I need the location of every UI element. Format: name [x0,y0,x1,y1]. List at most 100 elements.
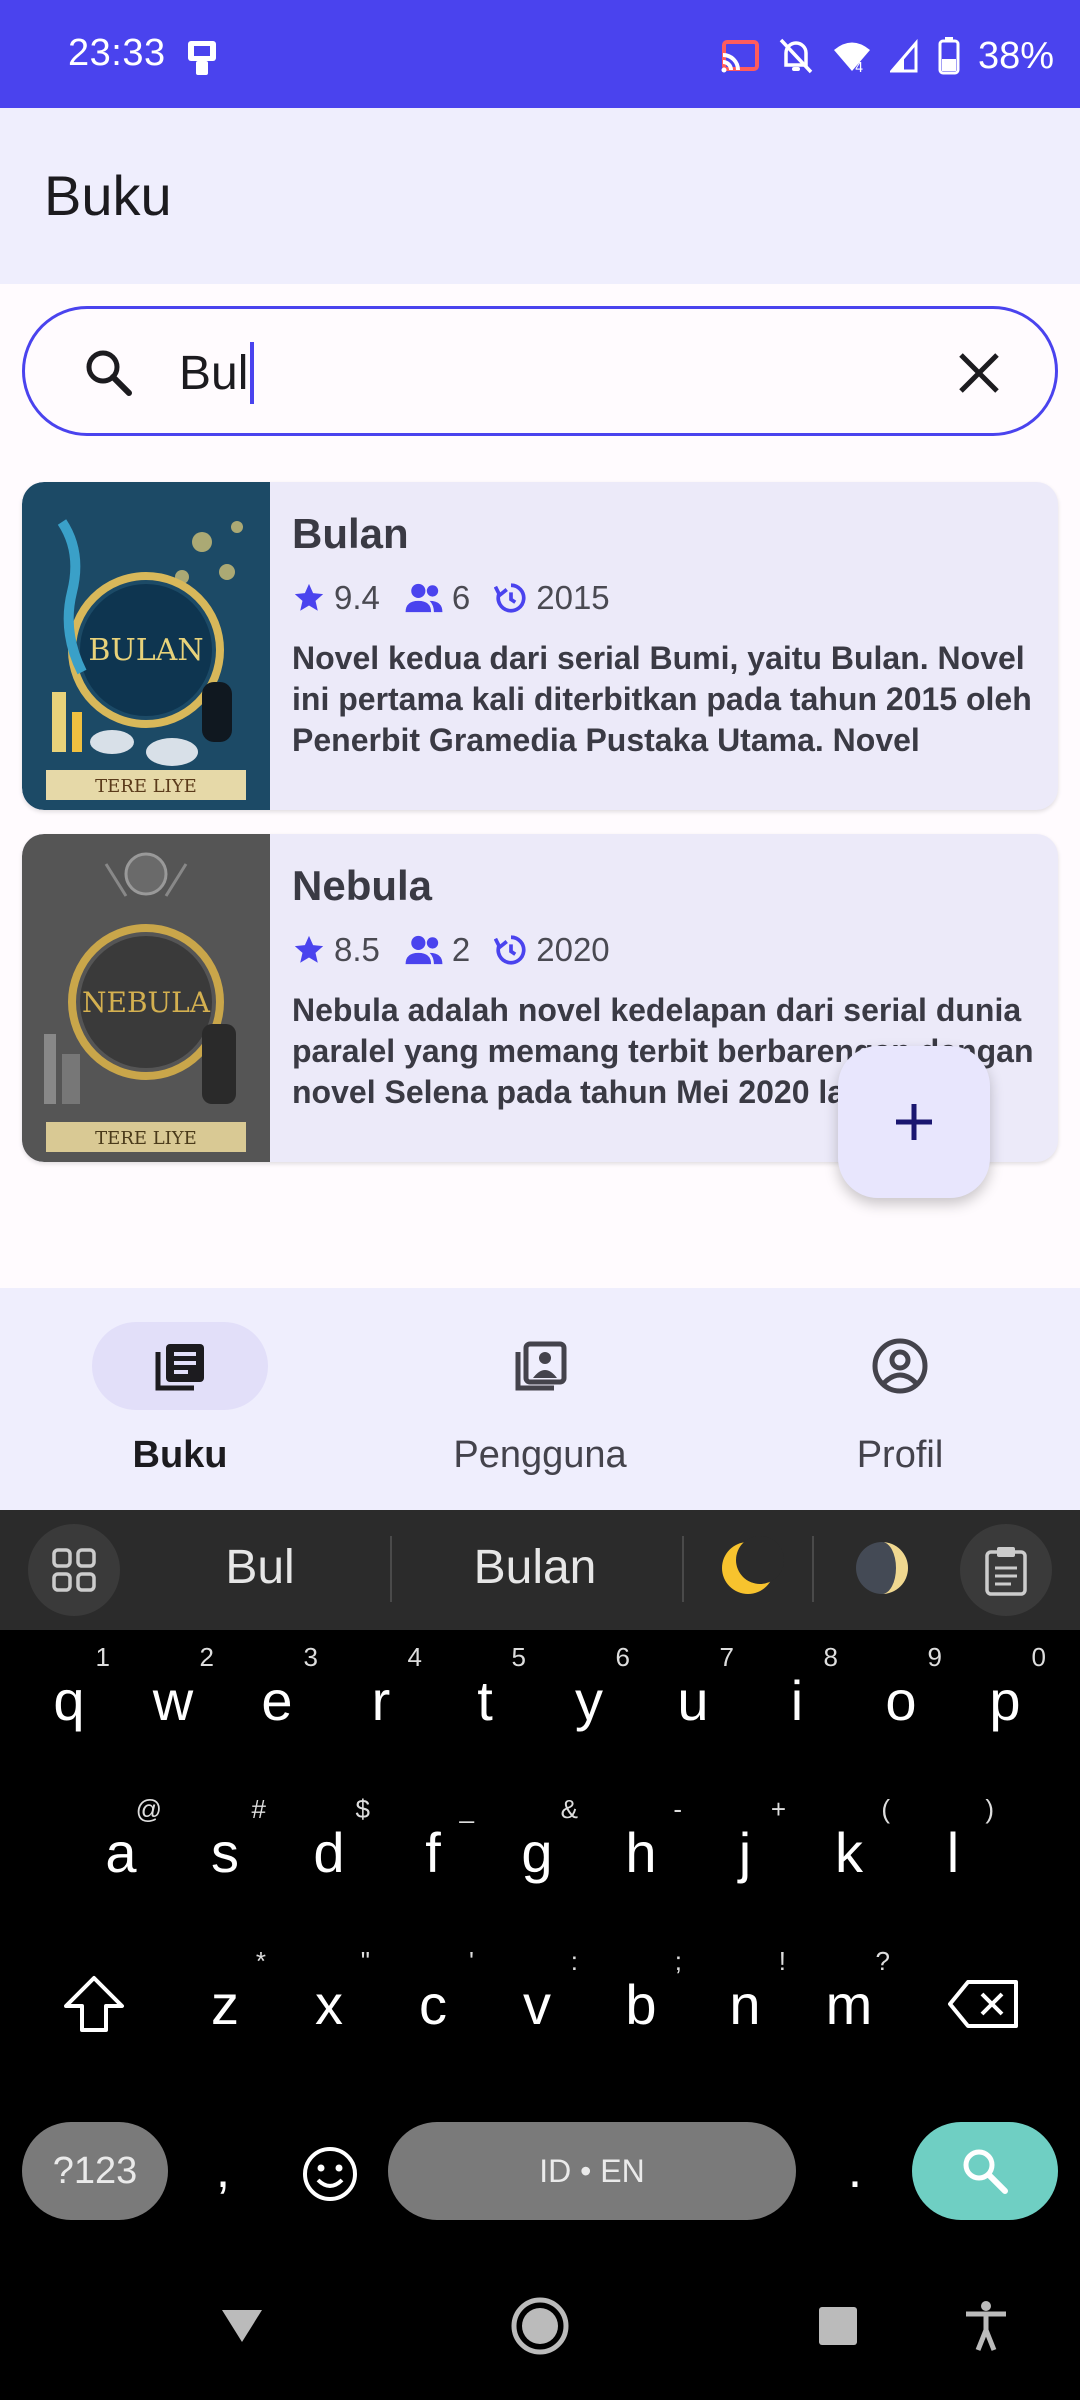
search-icon [963,2149,1008,2194]
key-u[interactable]: 7u [648,1640,738,1760]
key-l[interactable]: ) l [908,1792,998,1912]
key-i[interactable]: 8i [752,1640,842,1760]
book-rating: 8.5 [334,931,380,968]
crescent-moon-emoji[interactable] [712,1532,784,1604]
key-label: u [677,1669,709,1732]
key-w[interactable]: 2w [128,1640,218,1760]
photo-library-icon [515,1341,567,1391]
recents-nav-icon[interactable] [808,2296,868,2356]
nav-label-pengguna: Pengguna [453,1434,627,1476]
nav-item-pengguna[interactable]: Pengguna [360,1322,720,1482]
add-book-fab[interactable] [838,1046,990,1198]
key-label: a [105,1821,137,1884]
back-nav-icon[interactable] [212,2296,272,2356]
key-m[interactable]: ? m [804,1944,894,2064]
key-label: n [729,1973,761,2036]
key-j[interactable]: + j [700,1792,790,1912]
key-q[interactable]: 1q [24,1640,114,1760]
status-time: 23:33 [68,32,166,74]
key-label: e [261,1669,293,1732]
people-icon [405,935,443,965]
key-c[interactable]: ' c [388,1944,478,2064]
cover-author-bulan: TERE LIYE [95,776,197,797]
battery-icon [938,37,960,75]
key-p[interactable]: 0p [960,1640,1050,1760]
key-r[interactable]: 4r [336,1640,426,1760]
shift-icon [64,1976,124,2032]
shift-key[interactable] [44,1954,144,2054]
key-v[interactable]: :v [492,1944,582,2064]
notifications-off-icon [779,38,813,74]
key-z[interactable]: * z [180,1944,270,2064]
home-nav-icon[interactable] [510,2296,570,2356]
suggestion-1[interactable]: Bul [160,1540,360,1595]
system-navigation-bar [0,2252,1080,2400]
key-y[interactable]: 6y [544,1640,634,1760]
key-label: g [521,1821,553,1884]
suggestion-bar: Bul Bulan [0,1510,1080,1630]
search-value[interactable]: Bul [179,342,255,404]
search-input[interactable]: Bul [22,306,1058,436]
key-o[interactable]: 9o [856,1640,946,1760]
nav-item-buku[interactable]: Buku [0,1322,360,1482]
key-e[interactable]: 3e [232,1640,322,1760]
people-icon [405,583,443,613]
key-label: y [575,1669,603,1732]
key-n[interactable]: ! n [700,1944,790,2064]
signal-icon [889,39,918,73]
status-icons: 4 38% [720,30,1054,82]
key-h[interactable]: -h [596,1792,686,1912]
key-label: w [152,1669,194,1732]
period-key[interactable]: . [830,2140,880,2220]
key-label: b [625,1973,657,2036]
key-d[interactable]: $ d [284,1792,374,1912]
book-year: 2015 [536,579,610,616]
star-icon [294,583,324,611]
book-year: 2020 [536,931,610,968]
nav-label-buku: Buku [132,1434,228,1476]
accessibility-icon[interactable] [956,2296,1016,2356]
book-readers: 6 [451,579,471,616]
nav-item-profil[interactable]: Profil [720,1322,1080,1482]
book-cover-bulan: BULAN TERE LIYE [22,482,270,810]
svg-text:4: 4 [855,61,863,73]
keyboard-search-key[interactable] [912,2122,1058,2220]
key-k[interactable]: (k [804,1792,894,1912]
space-key[interactable]: ID • EN [388,2122,796,2220]
keyboard-apps-icon[interactable] [28,1524,120,1616]
key-label: f [425,1821,441,1884]
key-f[interactable]: _ f [388,1792,478,1912]
suggestion-2[interactable]: Bulan [420,1540,650,1595]
key-label: x [315,1973,343,2036]
add-icon [896,1104,932,1140]
comma-key[interactable]: , [198,2140,248,2220]
search-text: Bul [179,346,249,400]
last-quarter-moon-emoji[interactable] [846,1532,918,1604]
key-a[interactable]: @ a [76,1792,166,1912]
key-g[interactable]: & g [492,1792,582,1912]
book-meta: 8.5 2 2020 [292,928,1034,972]
key-label: t [477,1669,493,1732]
close-icon[interactable] [953,347,1005,399]
key-label: r [371,1669,391,1732]
symbols-key[interactable]: ?123 [22,2122,168,2220]
key-label: p [989,1669,1021,1732]
clipboard-icon[interactable] [960,1524,1052,1616]
key-t[interactable]: 5t [440,1640,530,1760]
book-rating: 9.4 [334,579,380,616]
key-x[interactable]: " x [284,1944,374,2064]
top-app-bar: Buku [0,108,1080,284]
battery-percent: 38% [977,34,1054,77]
emoji-key[interactable] [290,2134,370,2214]
cover-author-nebula: TERE LIYE [95,1128,197,1149]
key-b[interactable]: ; b [596,1944,686,2064]
key-label: z [211,1973,239,2036]
key-label: l [946,1821,960,1884]
backspace-key[interactable] [934,1954,1034,2054]
backspace-icon [948,1980,1018,2028]
key-label: c [419,1973,447,2036]
star-icon [294,935,324,963]
book-description: Novel kedua dari serial Bumi, yaitu Bula… [292,640,1032,766]
key-s[interactable]: # s [180,1792,270,1912]
book-card-bulan[interactable]: BULAN TERE LIYE Bulan 9.4 6 2015 Novel k… [22,482,1058,810]
